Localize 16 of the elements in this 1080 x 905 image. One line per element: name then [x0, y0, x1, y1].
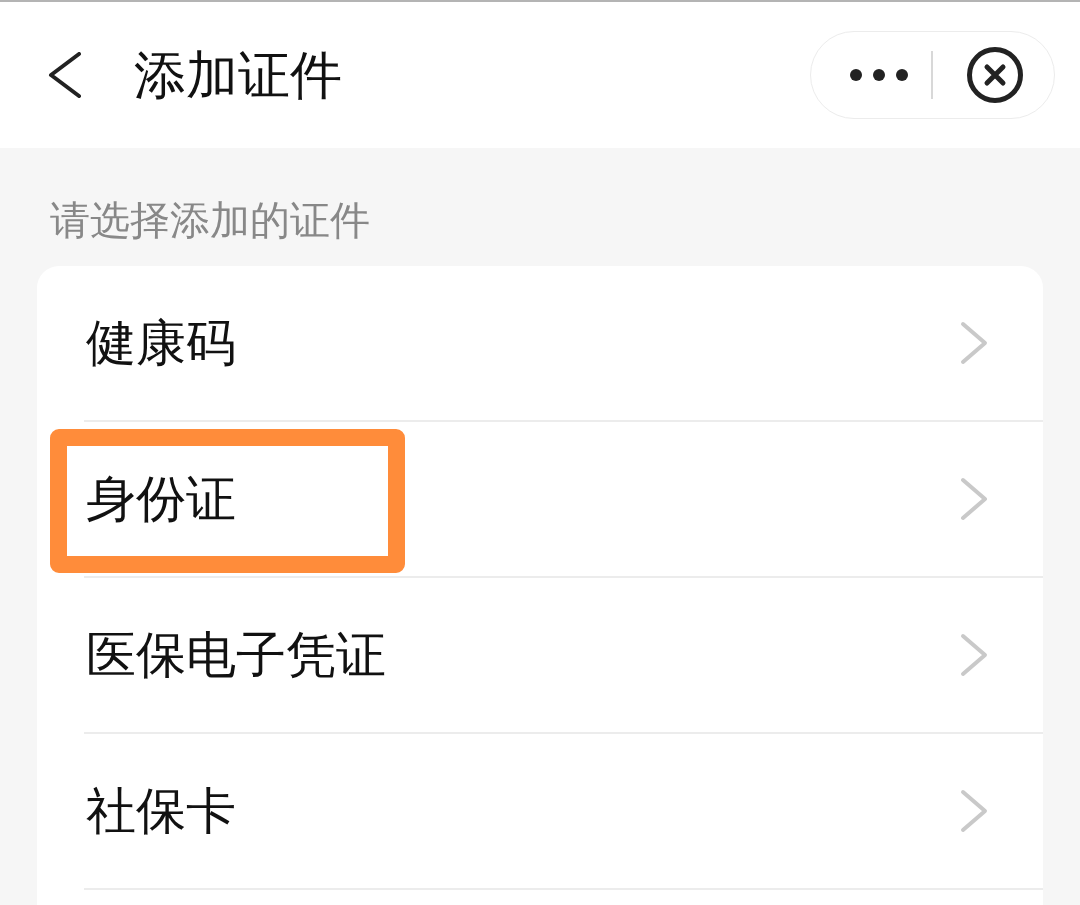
page-title: 添加证件 — [134, 45, 342, 105]
chevron-right-icon — [960, 789, 988, 833]
list-item[interactable]: 身份证 — [37, 422, 1043, 578]
close-icon — [967, 47, 1023, 103]
list-item[interactable]: 医保电子凭证 — [37, 578, 1043, 734]
close-button[interactable] — [967, 47, 1023, 103]
more-button[interactable] — [850, 69, 908, 81]
chevron-right-icon — [960, 633, 988, 677]
chevron-right-icon — [960, 477, 988, 521]
more-dots-icon — [850, 69, 908, 81]
list-item[interactable]: 社保卡 — [37, 734, 1043, 890]
list-item[interactable]: 健康码 — [37, 266, 1043, 422]
back-button[interactable] — [48, 52, 82, 98]
chevron-left-icon — [48, 52, 82, 98]
section-label: 请选择添加的证件 — [50, 196, 371, 244]
chevron-right-icon — [960, 321, 988, 365]
